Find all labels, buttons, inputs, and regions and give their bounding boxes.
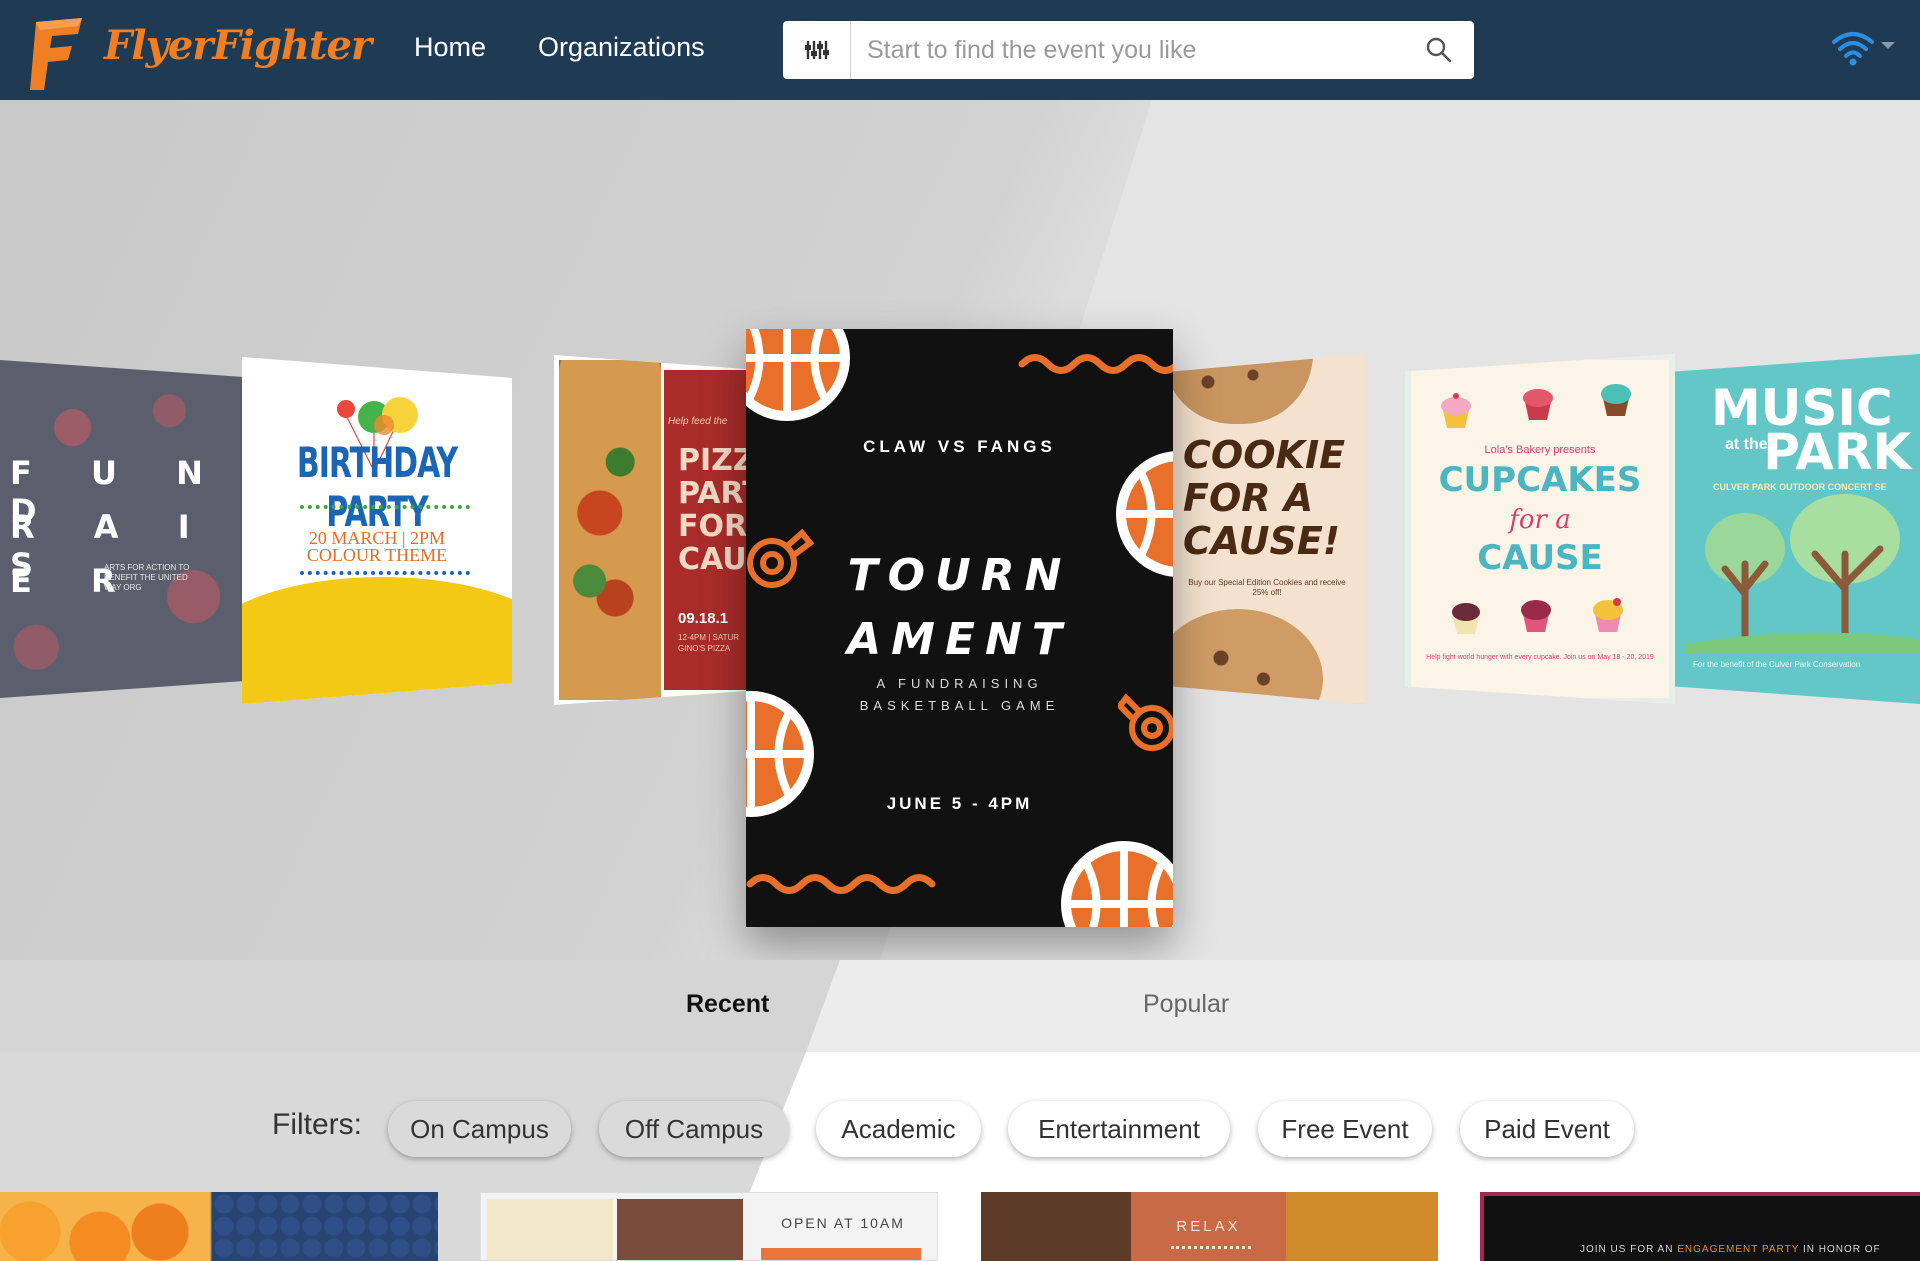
filter-chip-paid-event[interactable]: Paid Event: [1460, 1101, 1634, 1157]
flyer-tournament-title: TOURN AMENT: [746, 544, 1173, 672]
filter-chip-entertainment[interactable]: Entertainment: [1008, 1101, 1230, 1157]
flyer-cupcakes-title: CUPCAKES: [1438, 460, 1642, 500]
flyer-birthday-theme-line: COLOUR THEME: [306, 545, 448, 565]
tab-popular[interactable]: Popular: [1143, 990, 1229, 1019]
nav-home-link[interactable]: Home: [414, 32, 486, 63]
flyer-pizza-title: PIZZA PARTY FOR A CAUSE: [678, 443, 746, 577]
flyer-tournament-matchup: CLAW VS FANGS: [863, 437, 1056, 456]
flyer-cupcakes-for: for a: [1509, 505, 1571, 535]
orange-bar: [761, 1248, 921, 1260]
filter-chip-on-campus[interactable]: On Campus: [388, 1101, 571, 1157]
whistle-icon: [1118, 693, 1173, 751]
flyer-cupcakes-presents: Lola's Bakery presents: [1484, 444, 1596, 456]
search-bar: [783, 21, 1474, 79]
filter-chip-academic[interactable]: Academic: [816, 1101, 981, 1157]
flyer-birthday-date: 20 MARCH | 2PM COLOUR THEME: [242, 529, 512, 565]
flyer-tournament-date: JUNE 5 - 4PM: [886, 794, 1033, 813]
logo-icon[interactable]: [26, 14, 86, 94]
wifi-icon[interactable]: [1830, 28, 1876, 68]
flyer-tournament-title-line: TOURN: [847, 550, 1072, 601]
event-card[interactable]: OPEN AT 10AM: [480, 1192, 938, 1261]
search-icon[interactable]: [1425, 36, 1453, 64]
flyer-music-at-the: at the: [1725, 436, 1768, 453]
event-card[interactable]: JOIN US FOR AN ENGAGEMENT PARTY IN HONOR…: [1480, 1192, 1920, 1261]
flyer-music[interactable]: MUSIC PARK at the CULVER PARK OUTDOOR CO…: [1675, 354, 1920, 704]
flyer-pizza[interactable]: Help feed the PIZZA PARTY FOR A CAUSE 09…: [554, 355, 746, 705]
sliders-icon: [804, 41, 829, 59]
flyer-pizza-date: 09.18.1: [678, 610, 729, 627]
event-card[interactable]: RELAX: [981, 1192, 1438, 1261]
flyer-pizza-subtitle: Help feed the: [668, 416, 728, 427]
squiggle-icon: [1018, 354, 1173, 374]
flyer-music-title: MUSIC PARK: [1711, 379, 1912, 481]
flyer-birthday-title: BIRTHDAY PARTY: [296, 439, 458, 537]
event-card-text: JOIN US FOR AN ENGAGEMENT PARTY IN HONOR…: [1580, 1244, 1881, 1255]
basketball-icon: [1061, 841, 1173, 927]
logo-wordmark[interactable]: FlyerFighter: [104, 22, 372, 69]
event-card-text-part: JOIN US FOR AN: [1580, 1244, 1678, 1255]
pizza-text-panel: Help feed the PIZZA PARTY FOR A CAUSE 09…: [664, 370, 746, 690]
food-photo: [617, 1199, 743, 1260]
top-navbar: FlyerFighter Home Organizations: [0, 0, 1920, 100]
basketball-icon: [746, 329, 850, 421]
dotted-divider: [300, 571, 470, 575]
filter-chip-free-event[interactable]: Free Event: [1258, 1101, 1432, 1157]
flyer-music-footer: For the benefit of the Culver Park Conse…: [1693, 660, 1861, 669]
nav-organizations-link[interactable]: Organizations: [538, 32, 705, 63]
event-card-highlight: ENGAGEMENT PARTY: [1677, 1244, 1800, 1255]
cupcake-icon: [1441, 393, 1471, 428]
tabs-background: [806, 960, 1920, 1052]
cupcake-icon: [1601, 384, 1631, 416]
filters-label: Filters:: [272, 1108, 362, 1141]
trees-illustration: [1685, 494, 1920, 654]
event-card-text: RELAX: [1176, 1218, 1241, 1235]
filter-chip-off-campus[interactable]: Off Campus: [599, 1101, 789, 1157]
cupcake-icon: [1521, 600, 1551, 632]
flyer-cupcakes-small: Help fight world hunger with every cupca…: [1426, 654, 1654, 661]
chevron-down-icon[interactable]: [1881, 42, 1895, 49]
cupcake-icon: [1593, 598, 1623, 632]
flyer-fundraiser[interactable]: F U N D R A I S E R ARTS FOR ACTION TO B…: [0, 360, 242, 698]
yellow-wave: [242, 577, 512, 704]
event-card-text-part: IN HONOR OF: [1799, 1244, 1881, 1255]
flyer-tournament-title-line: AMENT: [847, 614, 1072, 665]
flyer-pizza-small: 12-4PM | SATUR GINO'S PIZZA: [678, 633, 740, 653]
flyer-carousel: F U N D R A I S E R ARTS FOR ACTION TO B…: [0, 100, 1920, 960]
cupcake-icon: [1452, 603, 1480, 634]
pizza-photo: [559, 360, 661, 700]
search-input[interactable]: [867, 29, 1407, 71]
dotted-divider: [1171, 1246, 1251, 1249]
event-card-text: OPEN AT 10AM: [781, 1215, 905, 1231]
flyer-cookie-small: Buy our Special Edition Cookies and rece…: [1188, 578, 1346, 597]
flyer-cookie[interactable]: COOKIE FOR A CAUSE! Buy our Special Edit…: [1173, 354, 1365, 704]
tab-recent[interactable]: Recent: [686, 990, 769, 1019]
search-filter-button[interactable]: [783, 21, 851, 79]
squiggle-icon: [746, 874, 936, 894]
event-card[interactable]: [0, 1192, 438, 1261]
blueberries-image: [212, 1192, 438, 1261]
dotted-divider: [300, 505, 470, 509]
cupcake-icon: [1523, 389, 1553, 420]
flyer-cupcakes[interactable]: Lola's Bakery presents CUPCAKES for a CA…: [1405, 354, 1675, 704]
flyer-music-subtitle: CULVER PARK OUTDOOR CONCERT SE: [1713, 482, 1887, 492]
tabs-bar: [0, 960, 1920, 1052]
flyer-tournament[interactable]: CLAW VS FANGS TOURN AMENT A FUNDRAISING …: [746, 329, 1173, 927]
flyer-cupcakes-cause: CAUSE: [1477, 538, 1603, 578]
flyer-birthday[interactable]: BIRTHDAY PARTY 20 MARCH | 2PM COLOUR THE…: [242, 357, 512, 704]
flyer-fundraiser-small: ARTS FOR ACTION TO BENEFIT THE UNITED WA…: [104, 563, 190, 592]
food-photo: [487, 1199, 613, 1260]
flyer-cookie-title: COOKIE FOR A CAUSE!: [1183, 433, 1346, 563]
